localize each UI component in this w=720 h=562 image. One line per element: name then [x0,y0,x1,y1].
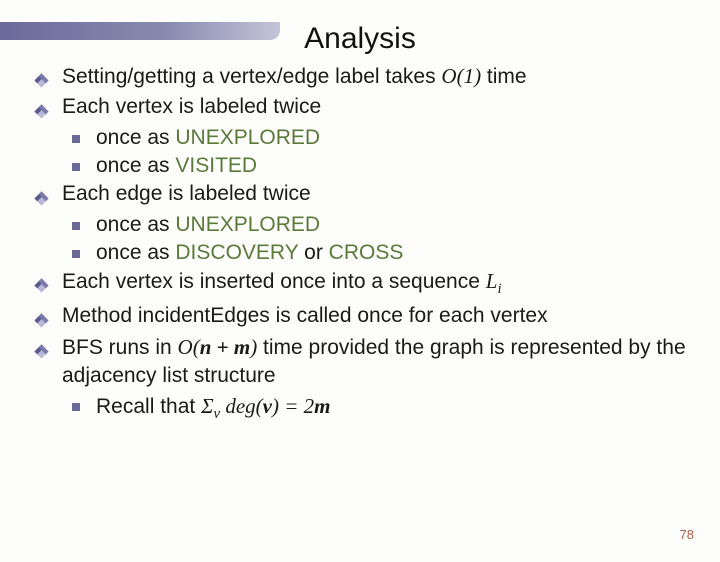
text: once as [96,126,175,149]
text: once as [96,213,175,236]
text: BFS runs in [62,336,178,359]
bullet-item: BFS runs in O(n + m) time provided the g… [62,333,700,391]
diamond-bullet-icon [34,186,49,214]
square-bullet-icon [72,135,80,143]
close: ) = 2 [272,394,314,418]
slide-body: Setting/getting a vertex/edge label take… [0,62,720,426]
sub-bullet-item: Recall that Σv deg(v) = 2m [96,392,700,425]
sub-bullet-item: once as VISITED [96,152,700,180]
diamond-bullet-icon [34,99,49,127]
math-var: L [486,269,498,293]
math-args: n + m [200,335,250,359]
math: O [178,335,193,359]
deg: deg( [220,394,263,418]
text: Recall that [96,395,201,418]
text: time [481,65,527,88]
diamond-bullet-icon [34,308,49,336]
text: once as [96,241,175,264]
sub-bullet-item: once as UNEXPLORED [96,211,700,239]
sigma: Σ [201,394,213,418]
sub-bullet-item: once as DISCOVERY or CROSS [96,239,700,267]
math: O [441,64,456,88]
keyword: VISITED [175,154,257,177]
text: or [298,241,328,264]
paren: ( [193,335,200,359]
diamond-bullet-icon [34,273,49,301]
bullet-item: Each edge is labeled twice [62,180,700,208]
bullet-item: Setting/getting a vertex/edge label take… [62,62,700,91]
diamond-bullet-icon [34,68,49,96]
math-args: (1) [457,64,482,88]
keyword: DISCOVERY [175,241,298,264]
bullet-item: Each vertex is inserted once into a sequ… [62,267,700,300]
text: Each vertex is labeled twice [62,95,321,118]
text: Method incidentEdges is called once for … [62,304,548,327]
keyword: UNEXPLORED [175,126,320,149]
text: Each edge is labeled twice [62,182,311,205]
text: once as [96,154,175,177]
square-bullet-icon [72,163,80,171]
top-accent-bar [0,22,280,40]
square-bullet-icon [72,403,80,411]
keyword: CROSS [329,241,404,264]
keyword: UNEXPLORED [175,213,320,236]
bullet-item: Each vertex is labeled twice [62,93,700,121]
sub-bullet-item: once as UNEXPLORED [96,124,700,152]
text: Setting/getting a vertex/edge label take… [62,65,441,88]
bullet-item: Method incidentEdges is called once for … [62,302,700,330]
subscript: i [497,282,501,298]
text: Each vertex is inserted once into a sequ… [62,270,486,293]
square-bullet-icon [72,222,80,230]
square-bullet-icon [72,250,80,258]
diamond-bullet-icon [34,339,49,367]
v: v [263,394,272,418]
m: m [314,394,330,418]
